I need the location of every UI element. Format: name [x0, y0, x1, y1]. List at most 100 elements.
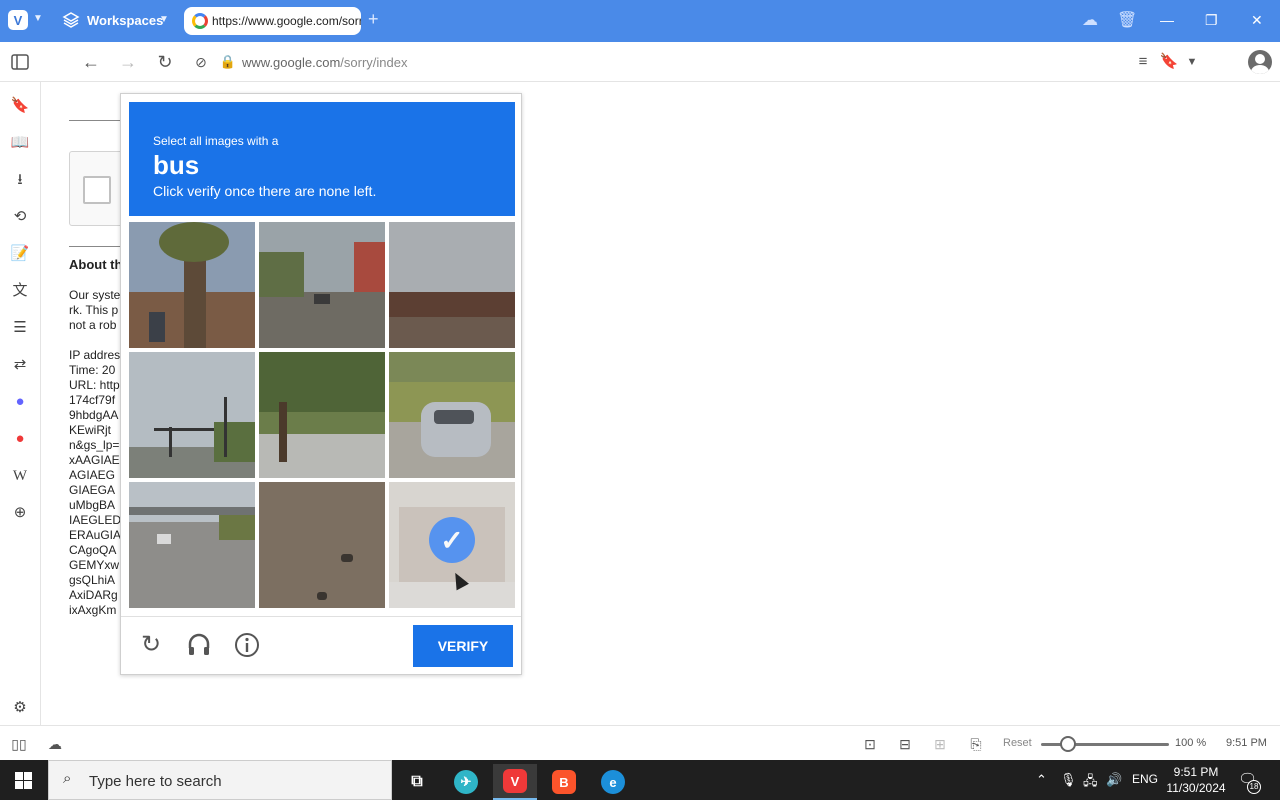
- search-icon: ⌕: [63, 770, 72, 787]
- panel-toggle-icon[interactable]: ▯▯: [10, 735, 28, 753]
- wikipedia-icon[interactable]: W: [10, 466, 30, 486]
- checkmark-icon: ✓: [429, 517, 475, 563]
- translate-icon[interactable]: 文: [10, 281, 30, 301]
- info-icon[interactable]: [233, 631, 261, 659]
- screenshot-icon[interactable]: ⊡: [861, 735, 879, 753]
- new-tab-icon[interactable]: +: [368, 9, 379, 30]
- bookmark-icon[interactable]: 🔖: [1158, 51, 1180, 73]
- image-tile[interactable]: [129, 482, 255, 608]
- windows-start-icon[interactable]: [15, 772, 32, 789]
- text-line: GIAEGA: [69, 483, 116, 497]
- taskbar-app-edge[interactable]: e: [591, 764, 635, 800]
- chevron-down-icon[interactable]: ▼: [159, 14, 169, 25]
- page-tiling-icon[interactable]: ⊞: [931, 735, 949, 753]
- cloud-sync-icon[interactable]: ☁: [1082, 10, 1098, 30]
- task-view-button[interactable]: ⧉: [395, 764, 439, 800]
- back-icon[interactable]: ←: [80, 51, 102, 73]
- chevron-up-icon[interactable]: ⌃: [1036, 772, 1047, 788]
- recaptcha-challenge: Select all images with a bus Click verif…: [120, 93, 522, 675]
- image-tile[interactable]: [259, 482, 385, 608]
- vivaldi-menu-icon[interactable]: V: [8, 10, 28, 30]
- audio-challenge-icon[interactable]: [185, 631, 213, 659]
- zoom-reset-button[interactable]: Reset: [1003, 737, 1032, 749]
- google-favicon-icon: [192, 13, 208, 29]
- image-tile[interactable]: [389, 222, 515, 348]
- taskbar-app-brave[interactable]: B: [542, 764, 586, 800]
- taskbar-search[interactable]: ⌕ Type here to search: [48, 760, 392, 800]
- text-line: ixAxgKm: [69, 603, 117, 617]
- tab-google-sorry[interactable]: https://www.google.com/sorry/index: [184, 7, 361, 35]
- challenge-footer: ↻ VERIFY: [121, 616, 521, 674]
- image-tile[interactable]: [129, 352, 255, 478]
- image-tile[interactable]: [129, 222, 255, 348]
- reload-icon[interactable]: ↻: [154, 51, 176, 73]
- text-line: n&gs_lp=: [69, 438, 120, 452]
- workspaces-icon[interactable]: [62, 11, 80, 29]
- taskbar-app-kite[interactable]: ✈: [444, 764, 488, 800]
- side-panel: 🔖 📖 ⭳ ⟲ 📝 文 ☰ ⇄ ● ● W ⊕ ⚙: [0, 82, 41, 725]
- url-path: /sorry/index: [340, 55, 408, 70]
- challenge-instruction: Select all images with a: [153, 134, 279, 148]
- lock-icon[interactable]: 🔒: [217, 51, 239, 73]
- recaptcha-checkbox[interactable]: [83, 176, 111, 204]
- vivaldi-social-icon[interactable]: ●: [10, 429, 30, 449]
- verify-button[interactable]: VERIFY: [413, 625, 513, 667]
- challenge-header: Select all images with a bus Click verif…: [129, 102, 515, 216]
- image-tile[interactable]: [259, 222, 385, 348]
- restore-icon[interactable]: ❐: [1205, 12, 1218, 29]
- taskbar-app-vivaldi[interactable]: V: [493, 764, 537, 800]
- chevron-down-icon[interactable]: ▼: [1181, 51, 1203, 73]
- cloud-icon[interactable]: ☁: [46, 735, 64, 753]
- taskbar-clock[interactable]: 9:51 PM 11/30/2024: [1166, 764, 1226, 796]
- clock-date: 11/30/2024: [1166, 781, 1226, 795]
- tab-title: https://www.google.com/sorry/index: [212, 14, 361, 28]
- mastodon-icon[interactable]: ●: [10, 392, 30, 412]
- forward-icon[interactable]: →: [117, 51, 139, 73]
- reader-view-icon[interactable]: ≡: [1132, 51, 1154, 73]
- volume-icon[interactable]: 🔊: [1106, 772, 1122, 788]
- zoom-level: 100 %: [1175, 737, 1207, 749]
- chevron-down-icon[interactable]: ▼: [33, 13, 43, 24]
- window-panel-icon[interactable]: ☰: [10, 318, 30, 338]
- language-indicator[interactable]: ENG: [1132, 772, 1158, 786]
- settings-gear-icon[interactable]: ⚙: [10, 698, 30, 718]
- text-line: ERAuGIA: [69, 528, 122, 542]
- minimize-icon[interactable]: —: [1160, 12, 1174, 28]
- notification-count-badge: 18: [1247, 780, 1261, 794]
- status-bar: ▯▯ ☁ ⊡ ⊟ ⊞ ⎘ Reset 100 % 9:51 PM: [0, 725, 1280, 760]
- notes-icon[interactable]: 📝: [10, 244, 30, 264]
- reading-list-icon[interactable]: 📖: [10, 133, 30, 153]
- microphone-icon[interactable]: 🎙: [1060, 772, 1077, 788]
- text-line: xAAGIAE: [69, 453, 120, 467]
- image-tile[interactable]: [259, 352, 385, 478]
- text-line: rk. This p: [69, 303, 119, 317]
- sync-icon[interactable]: ⇄: [10, 355, 30, 375]
- tracker-blocker-icon[interactable]: ⊘: [190, 51, 212, 73]
- profile-avatar[interactable]: [1248, 50, 1272, 74]
- image-grid: ✓: [129, 222, 515, 608]
- text-line: IP addres: [69, 348, 121, 362]
- bookmarks-panel-icon[interactable]: 🔖: [10, 96, 30, 116]
- clock-time: 9:51 PM: [1173, 765, 1219, 779]
- text-line: IAEGLED: [69, 513, 122, 527]
- search-placeholder: Type here to search: [89, 773, 222, 790]
- explanation-text: Our syste rk. This p not a rob: [69, 288, 120, 333]
- network-icon[interactable]: 🖧: [1083, 772, 1098, 794]
- url-field[interactable]: www.google.com/sorry/index: [242, 55, 407, 70]
- image-tile[interactable]: [389, 352, 515, 478]
- history-icon[interactable]: ⟲: [10, 207, 30, 227]
- reload-challenge-icon[interactable]: ↻: [137, 631, 165, 659]
- add-panel-icon[interactable]: ⊕: [10, 503, 30, 523]
- tiling-icon[interactable]: ⊟: [896, 735, 914, 753]
- zoom-slider-handle[interactable]: [1060, 736, 1076, 752]
- page-actions-icon[interactable]: ⎘: [967, 735, 985, 753]
- kite-app-icon: ✈: [454, 770, 478, 794]
- windows-taskbar: ⌕ Type here to search ⧉ ✈ V B e ⌃ 🎙 🖧 🔊 …: [0, 760, 1280, 800]
- workspaces-button[interactable]: Workspaces: [87, 13, 163, 28]
- downloads-icon[interactable]: ⭳: [10, 170, 30, 190]
- text-line: not a rob: [69, 318, 117, 332]
- image-tile-selected[interactable]: ✓: [389, 482, 515, 608]
- close-icon[interactable]: ✕: [1251, 12, 1263, 29]
- panel-toggle-icon[interactable]: [9, 51, 31, 73]
- trash-icon[interactable]: 🗑: [1117, 10, 1137, 30]
